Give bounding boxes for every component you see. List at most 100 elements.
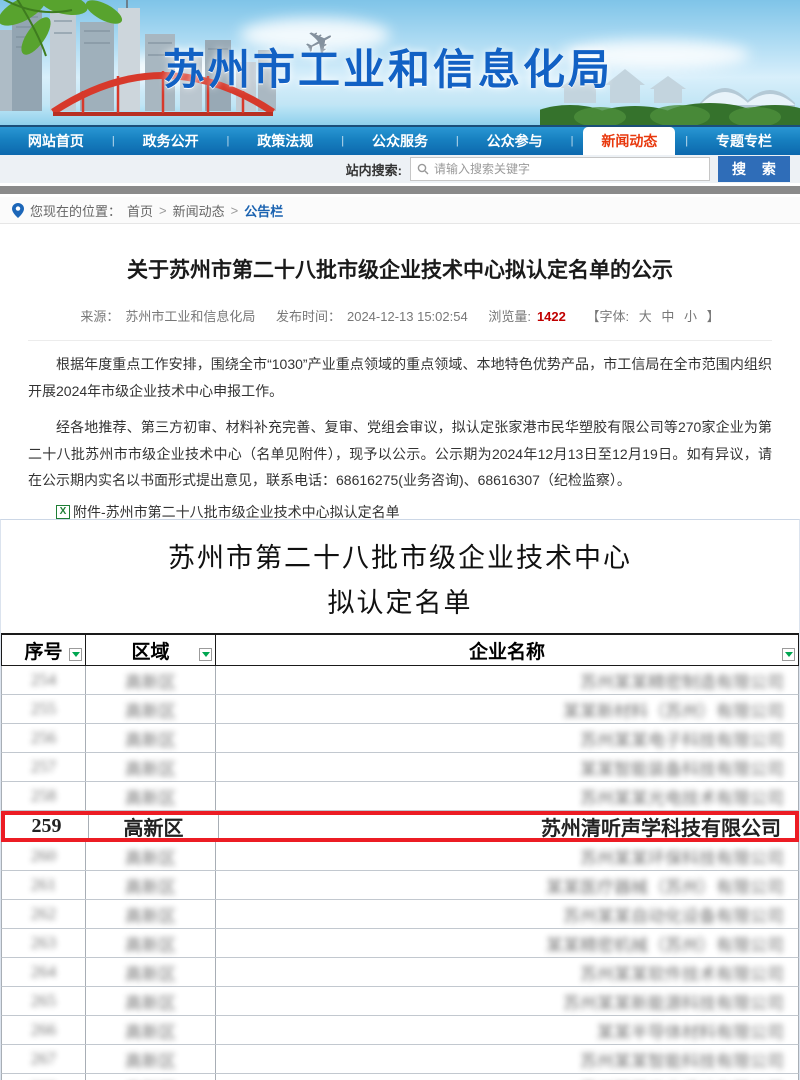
cell-company: 苏州某某精密制造有限公司: [216, 666, 798, 694]
breadcrumb-bulletin[interactable]: 公告栏: [244, 201, 283, 220]
table-row: 261高新区某某医疗器械（苏州）有限公司: [1, 871, 799, 900]
cell-seq: 267: [2, 1045, 86, 1073]
cell-region: 高新区: [86, 666, 216, 694]
location-pin-icon: [12, 203, 24, 218]
breadcrumb-prefix: 您现在的位置：: [30, 201, 121, 220]
breadcrumb-separator: >: [159, 203, 167, 218]
table-row: 263高新区某某精密机械（苏州）有限公司: [1, 929, 799, 958]
cell-region: 高新区: [86, 900, 216, 928]
nav-item-7[interactable]: 专题专栏: [698, 127, 790, 155]
cell-company: 某某医疗器械（苏州）有限公司: [216, 871, 798, 899]
cell-region: 高新区: [86, 753, 216, 781]
nav-item-3[interactable]: 政策法规: [239, 127, 331, 155]
cell-seq: 266: [2, 1016, 86, 1044]
article-paragraph: 根据年度重点工作安排，围绕全市“1030”产业重点领域的重点领域、本地特色优势产…: [28, 351, 772, 404]
cell-seq: 254: [2, 666, 86, 694]
cell-company: 某某智能装备科技有限公司: [216, 753, 798, 781]
nav-cell: 公众服务: [344, 127, 456, 155]
breadcrumb-news[interactable]: 新闻动态: [173, 201, 225, 220]
table-row: 267高新区苏州某某智能科技有限公司: [1, 1045, 799, 1074]
sheet-title-line2: 拟认定名单: [1, 581, 799, 620]
cell-company: 苏州某某光电技术有限公司: [216, 782, 798, 810]
breadcrumb-separator: >: [231, 203, 239, 218]
sheet-body: 254高新区苏州某某精密制造有限公司255高新区某某新材料（苏州）有限公司256…: [1, 666, 799, 1080]
nav-cell: 政务公开: [115, 127, 227, 155]
search-button[interactable]: 搜 索: [718, 156, 790, 182]
filter-dropdown-icon: [199, 648, 212, 661]
font-size-small[interactable]: 小: [684, 309, 697, 324]
nav-cell: 政策法规: [229, 127, 341, 155]
site-banner: ✈ 苏州市工业和信息化局: [0, 0, 800, 125]
table-row: 265高新区苏州某某新能源科技有限公司: [1, 987, 799, 1016]
cell-seq: 257: [2, 753, 86, 781]
table-row: 256高新区苏州某某电子科技有限公司: [1, 724, 799, 753]
cell-region: 高新区: [86, 929, 216, 957]
nav-item-1[interactable]: 网站首页: [10, 127, 102, 155]
cell-company: 苏州某某环保科技有限公司: [216, 842, 798, 870]
table-row: 257高新区某某智能装备科技有限公司: [1, 753, 799, 782]
sheet-title-line1: 苏州市第二十八批市级企业技术中心: [1, 536, 799, 575]
cell-seq: 260: [2, 842, 86, 870]
meta-divider: [28, 340, 772, 341]
column-header-seq: 序号: [2, 635, 86, 665]
attachment-row: X 附件-苏州市第二十八批市级企业技术中心拟认定名单: [28, 502, 772, 519]
views-count: 1422: [537, 309, 566, 324]
table-row: 258高新区苏州某某光电技术有限公司: [1, 782, 799, 811]
column-header-region: 区域: [86, 635, 216, 665]
publish-label: 发布时间：: [276, 309, 341, 324]
table-row: 254高新区苏州某某精密制造有限公司: [1, 666, 799, 695]
cell-company: 某某半导体材料有限公司: [216, 1016, 798, 1044]
nav-item-4[interactable]: 公众服务: [354, 127, 446, 155]
search-box[interactable]: [410, 157, 710, 181]
cell-region: 高新区: [86, 1045, 216, 1073]
cell-company: 苏州某某电子科技有限公司: [216, 724, 798, 752]
attachment-link[interactable]: 附件-苏州市第二十八批市级企业技术中心拟认定名单: [73, 502, 400, 519]
nav-cell: 公众参与: [459, 127, 571, 155]
cell-company: 某某新材料（苏州）有限公司: [216, 695, 798, 723]
leaves-graphic: [0, 0, 154, 72]
source-value: 苏州市工业和信息化局: [125, 309, 255, 324]
cell-region: 高新区: [86, 1074, 216, 1080]
views-label: 浏览量:: [488, 309, 531, 324]
cell-region: 高新区: [86, 842, 216, 870]
table-row: 260高新区苏州某某环保科技有限公司: [1, 842, 799, 871]
cell-region: 高新区: [86, 871, 216, 899]
search-input[interactable]: [434, 162, 703, 176]
publish-value: 2024-12-13 15:02:54: [347, 309, 468, 324]
main-nav: 网站首页|政务公开|政策法规|公众服务|公众参与|新闻动态|专题专栏: [0, 125, 800, 155]
article: 关于苏州市第二十八批市级企业技术中心拟认定名单的公示 来源：苏州市工业和信息化局…: [0, 224, 800, 519]
article-paragraph: 经各地推荐、第三方初审、材料补充完善、复审、党组会审议，拟认定张家港市民华塑胶有…: [28, 414, 772, 494]
cell-region: 高新区: [86, 958, 216, 986]
cell-company: 苏州某某自动化设备有限公司: [216, 900, 798, 928]
nav-item-6[interactable]: 新闻动态: [583, 127, 675, 155]
cell-seq: 263: [2, 929, 86, 957]
cell-seq: 255: [2, 695, 86, 723]
cell-seq: 258: [2, 782, 86, 810]
filter-dropdown-icon: [782, 648, 795, 661]
cell-region: 高新区: [86, 724, 216, 752]
font-label-end: 】: [707, 309, 720, 324]
font-label: 【字体:: [587, 309, 630, 324]
cell-company: 苏州某某工业设计有限公司: [216, 1074, 798, 1080]
highlighted-table-row: 259高新区苏州清听声学科技有限公司: [1, 811, 799, 842]
cell-seq: 256: [2, 724, 86, 752]
table-row: 268高新区苏州某某工业设计有限公司: [1, 1074, 799, 1080]
cell-company: 某某精密机械（苏州）有限公司: [216, 929, 798, 957]
nav-item-2[interactable]: 政务公开: [125, 127, 217, 155]
breadcrumb-home[interactable]: 首页: [127, 201, 153, 220]
site-search-label: 站内搜索:: [346, 160, 402, 179]
article-meta: 来源：苏州市工业和信息化局 发布时间：2024-12-13 15:02:54 浏…: [28, 306, 772, 325]
cell-company: 苏州某某软件技术有限公司: [216, 958, 798, 986]
font-size-medium[interactable]: 中: [661, 309, 674, 324]
cell-seq: 268: [2, 1074, 86, 1080]
nav-item-5[interactable]: 公众参与: [469, 127, 561, 155]
cell-region: 高新区: [86, 1016, 216, 1044]
table-row: 262高新区苏州某某自动化设备有限公司: [1, 900, 799, 929]
cell-company: 苏州某某新能源科技有限公司: [216, 987, 798, 1015]
cell-seq: 265: [2, 987, 86, 1015]
table-row: 255高新区某某新材料（苏州）有限公司: [1, 695, 799, 724]
attachment-sheet-image: 苏州市第二十八批市级企业技术中心 拟认定名单 序号 区域 企业名称 254高新区…: [0, 519, 800, 1080]
article-title: 关于苏州市第二十八批市级企业技术中心拟认定名单的公示: [28, 254, 772, 284]
font-size-large[interactable]: 大: [639, 309, 652, 324]
cell-company: 苏州某某智能科技有限公司: [216, 1045, 798, 1073]
